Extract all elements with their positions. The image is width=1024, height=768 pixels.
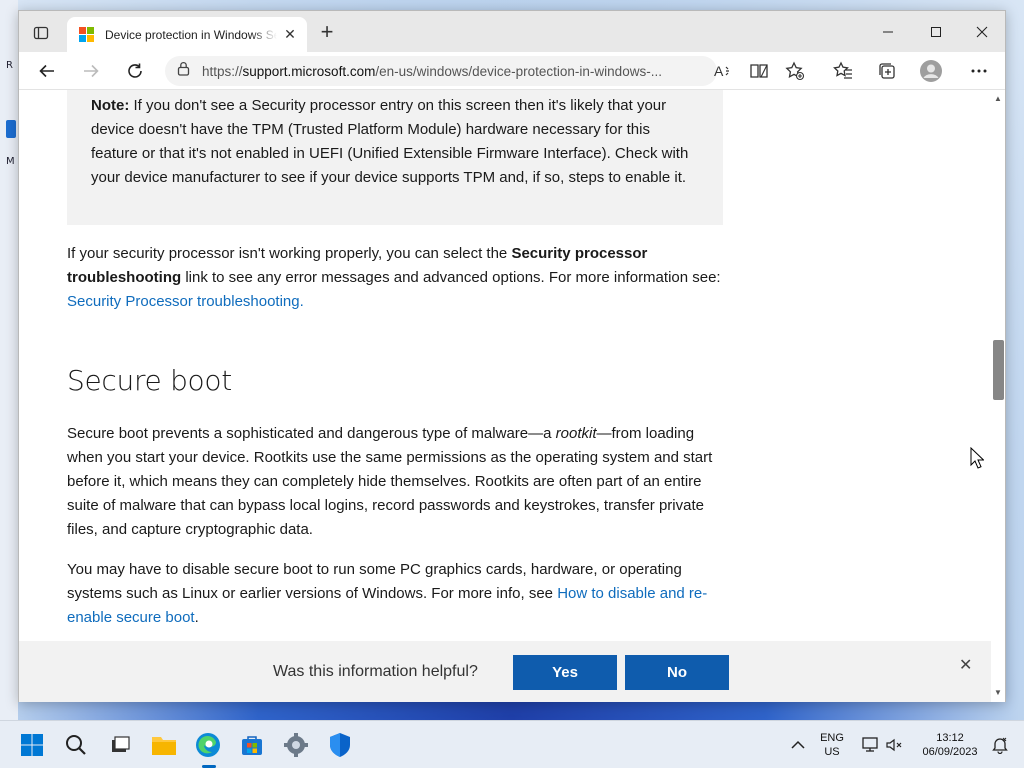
feedback-yes-button[interactable]: Yes xyxy=(513,655,617,690)
url-text[interactable]: https://support.microsoft.com/en-us/wind… xyxy=(202,64,682,79)
input-language-indicator[interactable]: ENG US xyxy=(814,731,850,759)
feedback-no-button[interactable]: No xyxy=(625,655,729,690)
settings-gear-icon[interactable] xyxy=(280,729,312,761)
task-view-icon[interactable] xyxy=(104,729,136,761)
system-clock[interactable]: 13:12 06/09/2023 xyxy=(914,731,986,759)
scroll-thumb[interactable] xyxy=(993,340,1004,400)
windows-security-shield-icon[interactable] xyxy=(324,729,356,761)
browser-window: Device protection in Windows Se ✕ + http… xyxy=(18,10,1006,702)
add-favorite-icon[interactable] xyxy=(783,59,807,83)
feedback-bar: Was this information helpful? Yes No ✕ xyxy=(19,641,991,702)
lock-icon[interactable] xyxy=(177,61,190,81)
notifications-icon[interactable] xyxy=(984,729,1016,761)
start-windows-icon[interactable] xyxy=(16,729,48,761)
tab-actions-icon[interactable] xyxy=(29,23,53,43)
disable-secure-boot-paragraph: You may have to disable secure boot to r… xyxy=(67,561,708,626)
desktop-icon-label: M xyxy=(6,156,15,167)
back-arrow-icon[interactable] xyxy=(35,59,59,83)
tab-close-icon[interactable]: ✕ xyxy=(281,26,299,43)
show-hidden-icons-chevron-icon[interactable] xyxy=(782,729,814,761)
secure-boot-heading: Secure boot xyxy=(67,364,232,397)
page-content: Note: If you don't see a Security proces… xyxy=(19,90,991,702)
scroll-down-arrow-icon[interactable]: ▼ xyxy=(993,688,1003,697)
edge-browser-icon[interactable] xyxy=(192,729,224,761)
microsoft-store-icon[interactable] xyxy=(236,729,268,761)
security-processor-troubleshooting-link[interactable]: Security Processor troubleshooting. xyxy=(67,293,304,310)
mouse-pointer-icon xyxy=(970,446,985,474)
rootkit-italic: rootkit xyxy=(555,425,597,442)
immersive-reader-icon[interactable] xyxy=(747,59,771,83)
microsoft-logo-icon xyxy=(79,26,95,43)
tab-device-protection[interactable]: Device protection in Windows Se ✕ xyxy=(67,17,307,52)
new-tab-button[interactable]: + xyxy=(315,21,339,43)
note-text: Note: If you don't see a Security proces… xyxy=(91,94,691,190)
forward-arrow-icon[interactable] xyxy=(79,59,103,83)
favorites-icon[interactable] xyxy=(831,59,855,83)
search-icon[interactable] xyxy=(60,729,92,761)
troubleshooting-paragraph: If your security processor isn't working… xyxy=(67,245,721,310)
refresh-icon[interactable] xyxy=(123,59,147,83)
collections-icon[interactable] xyxy=(875,59,899,83)
taskbar: ENG US 13:12 06/09/2023 xyxy=(0,720,1024,768)
feedback-question: Was this information helpful? xyxy=(273,663,478,680)
note-label: Note: xyxy=(91,97,130,114)
vertical-scrollbar[interactable]: ▲ ▼ xyxy=(991,90,1005,702)
profile-avatar-icon[interactable] xyxy=(919,59,943,83)
address-bar[interactable]: https://support.microsoft.com/en-us/wind… xyxy=(165,56,717,86)
title-bar: Device protection in Windows Se ✕ + xyxy=(19,11,1005,52)
browser-toolbar: https://support.microsoft.com/en-us/wind… xyxy=(19,52,1005,90)
desktop-icon-recycle[interactable]: R xyxy=(6,60,18,72)
secure-boot-paragraph: Secure boot prevents a sophisticated and… xyxy=(67,425,713,538)
desktop-icon-edge[interactable] xyxy=(6,120,16,138)
desktop-icons-strip: R M xyxy=(0,0,18,720)
note-body: If you don't see a Security processor en… xyxy=(91,97,689,186)
volume-muted-icon[interactable] xyxy=(878,729,910,761)
scroll-up-arrow-icon[interactable]: ▲ xyxy=(993,94,1003,103)
svg-text:A: A xyxy=(714,63,724,79)
maximize-button[interactable] xyxy=(913,11,959,52)
more-menu-icon[interactable] xyxy=(967,59,991,83)
tab-title: Device protection in Windows Se xyxy=(105,27,277,42)
feedback-close-icon[interactable]: ✕ xyxy=(959,655,972,675)
minimize-button[interactable] xyxy=(865,11,911,52)
read-aloud-icon[interactable]: A xyxy=(711,59,735,83)
file-explorer-icon[interactable] xyxy=(148,729,180,761)
close-window-button[interactable] xyxy=(959,11,1005,52)
